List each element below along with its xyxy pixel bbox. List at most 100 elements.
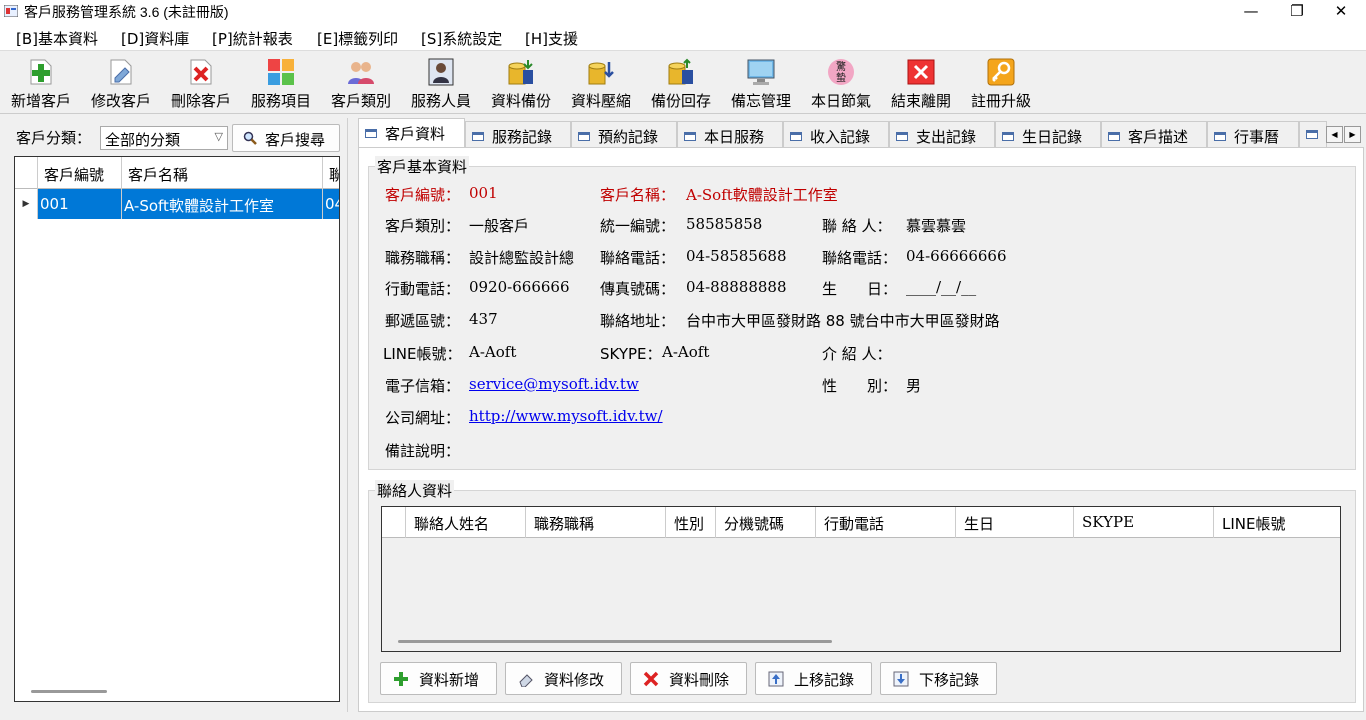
delete-record-button[interactable]: 資料刪除: [630, 662, 747, 695]
backup-button[interactable]: 資料備份: [480, 56, 562, 112]
eraser-icon: [519, 674, 533, 687]
tab-appointments[interactable]: 預約記錄: [571, 121, 677, 149]
menu-settings[interactable]: [S]系統設定: [421, 28, 502, 49]
register-button[interactable]: 註冊升級: [960, 56, 1042, 112]
move-down-button[interactable]: 下移記錄: [880, 662, 997, 695]
row-pointer-icon: ▶: [15, 189, 38, 219]
column-header-line[interactable]: LINE帳號: [1214, 507, 1342, 538]
tab-today-service[interactable]: 本日服務: [677, 121, 783, 149]
customer-id-label: 客戶編號：: [385, 186, 461, 204]
tab-customer-data[interactable]: 客戶資料: [358, 118, 465, 149]
menu-support[interactable]: [H]支援: [525, 28, 578, 49]
fax-label: 傳真號碼：: [600, 280, 676, 298]
exit-button[interactable]: 結束離開: [880, 56, 962, 112]
birthday-value: ____/__/__: [906, 278, 977, 296]
customer-name-label: 客戶名稱：: [600, 186, 676, 204]
email-link[interactable]: service@mysoft.idv.tw: [469, 375, 639, 393]
cell-customer-name[interactable]: A-Soft軟體設計工作室: [122, 189, 323, 219]
column-header-contact[interactable]: 聯: [323, 157, 339, 189]
customer-grid-header: 客戶編號 客戶名稱 聯: [15, 157, 339, 189]
tab-service-records[interactable]: 服務記錄: [465, 121, 571, 149]
column-header-extension[interactable]: 分機號碼: [716, 507, 816, 538]
restore-button[interactable]: 備份回存: [640, 56, 722, 112]
customer-category-button[interactable]: 客戶類別: [320, 56, 402, 112]
tab-scroll-left-icon[interactable]: ◀: [1326, 126, 1343, 143]
move-up-button[interactable]: 上移記錄: [755, 662, 872, 695]
delete-customer-icon: [190, 59, 212, 85]
email-label: 電子信箱：: [385, 377, 461, 395]
svg-text:蟄: 蟄: [836, 71, 846, 84]
add-customer-button[interactable]: 新增客戶: [0, 56, 82, 112]
service-items-icon: [268, 59, 294, 85]
tab-icon: [1306, 130, 1318, 139]
close-button[interactable]: ✕: [1318, 0, 1364, 24]
customer-list-panel: 客戶分類： 全部的分類 ▽ 客戶搜尋 客戶編號 客戶名稱 聯 ▶ 001 A-S…: [8, 118, 348, 712]
tab-birthdays[interactable]: 生日記錄: [995, 121, 1101, 149]
tab-icon: [684, 132, 696, 141]
customer-type-label: 客戶類別：: [385, 217, 461, 235]
zip-value: 437: [469, 310, 498, 328]
svg-text:驚: 驚: [836, 60, 846, 73]
memo-icon: [747, 59, 775, 85]
maximize-button[interactable]: ❐: [1274, 0, 1320, 24]
compress-button[interactable]: 資料壓縮: [560, 56, 642, 112]
table-row[interactable]: ▶ 001 A-Soft軟體設計工作室 04: [15, 189, 339, 219]
column-header-id[interactable]: 客戶編號: [38, 157, 122, 189]
address-value: 台中市大甲區發財路 88 號台中市大甲區發財路: [686, 312, 1000, 330]
delete-customer-button[interactable]: 刪除客戶: [160, 56, 242, 112]
contacts-grid[interactable]: 聯絡人姓名 職務職稱 性別 分機號碼 行動電話 生日 SKYPE LINE帳號: [381, 506, 1341, 652]
menu-reports[interactable]: [P]統計報表: [212, 28, 293, 49]
menu-basic-data[interactable]: [B]基本資料: [16, 28, 98, 49]
job-title-value: 設計總監設計總: [469, 249, 575, 267]
tab-more[interactable]: [1299, 121, 1327, 149]
tab-expenses[interactable]: 支出記錄: [889, 121, 995, 149]
phone2-label: 聯絡電話：: [822, 249, 898, 267]
gender-value: 男: [906, 377, 922, 395]
column-header-name[interactable]: 客戶名稱: [122, 157, 323, 189]
referrer-label: 介 紹 人：: [822, 345, 892, 363]
compress-icon: [588, 62, 614, 85]
website-label: 公司網址：: [385, 409, 461, 427]
customer-type-value: 一般客戶: [469, 217, 530, 235]
tab-customer-description[interactable]: 客戶描述: [1101, 121, 1207, 149]
move-up-icon: [768, 671, 784, 687]
horizontal-scrollbar[interactable]: [398, 640, 832, 643]
menu-bar: [B]基本資料 [D]資料庫 [P]統計報表 [E]標籤列印 [S]系統設定 […: [0, 24, 1366, 51]
column-header-job-title[interactable]: 職務職稱: [526, 507, 666, 538]
column-header-birthday[interactable]: 生日: [956, 507, 1074, 538]
customer-detail-panel: 客戶基本資料 客戶編號： 001 客戶名稱： A-Soft軟體設計工作室 客戶類…: [358, 147, 1364, 712]
solar-term-button[interactable]: 驚 蟄 本日節氣: [800, 56, 882, 112]
add-record-button[interactable]: 資料新增: [380, 662, 497, 695]
column-header-gender[interactable]: 性別: [666, 507, 716, 538]
cell-customer-contact[interactable]: 04: [323, 189, 339, 219]
move-down-icon: [893, 671, 909, 687]
fax-value: 04-88888888: [686, 278, 787, 296]
horizontal-scrollbar[interactable]: [31, 690, 107, 693]
website-link[interactable]: http://www.mysoft.idv.tw/: [469, 407, 663, 425]
category-label: 客戶分類：: [16, 129, 92, 147]
service-staff-button[interactable]: 服務人員: [400, 56, 482, 112]
contact-person-label: 聯 絡 人：: [822, 217, 892, 235]
memo-button[interactable]: 備忘管理: [720, 56, 802, 112]
customer-grid[interactable]: 客戶編號 客戶名稱 聯 ▶ 001 A-Soft軟體設計工作室 04: [14, 156, 340, 702]
note-label: 備註說明：: [385, 442, 461, 460]
category-select[interactable]: 全部的分類 ▽: [100, 126, 228, 150]
minimize-button[interactable]: —: [1228, 0, 1274, 24]
edit-record-button[interactable]: 資料修改: [505, 662, 622, 695]
tab-scroll-right-icon[interactable]: ▶: [1344, 126, 1361, 143]
tab-income[interactable]: 收入記錄: [783, 121, 889, 149]
edit-customer-button[interactable]: 修改客戶: [80, 56, 162, 112]
menu-database[interactable]: [D]資料庫: [121, 28, 189, 49]
customer-category-icon: [348, 62, 374, 84]
contact-person-value: 慕雲慕雲: [906, 217, 967, 235]
cell-customer-id[interactable]: 001: [38, 189, 122, 219]
restore-icon: [668, 58, 693, 85]
tab-calendar[interactable]: 行事曆: [1207, 121, 1299, 149]
column-header-skype[interactable]: SKYPE: [1074, 507, 1214, 538]
chevron-down-icon: ▽: [214, 130, 223, 143]
service-items-button[interactable]: 服務項目: [240, 56, 322, 112]
menu-label-print[interactable]: [E]標籤列印: [317, 28, 398, 49]
customer-search-button[interactable]: 客戶搜尋: [232, 124, 340, 152]
column-header-mobile[interactable]: 行動電話: [816, 507, 956, 538]
column-header-contact-name[interactable]: 聯絡人姓名: [406, 507, 526, 538]
